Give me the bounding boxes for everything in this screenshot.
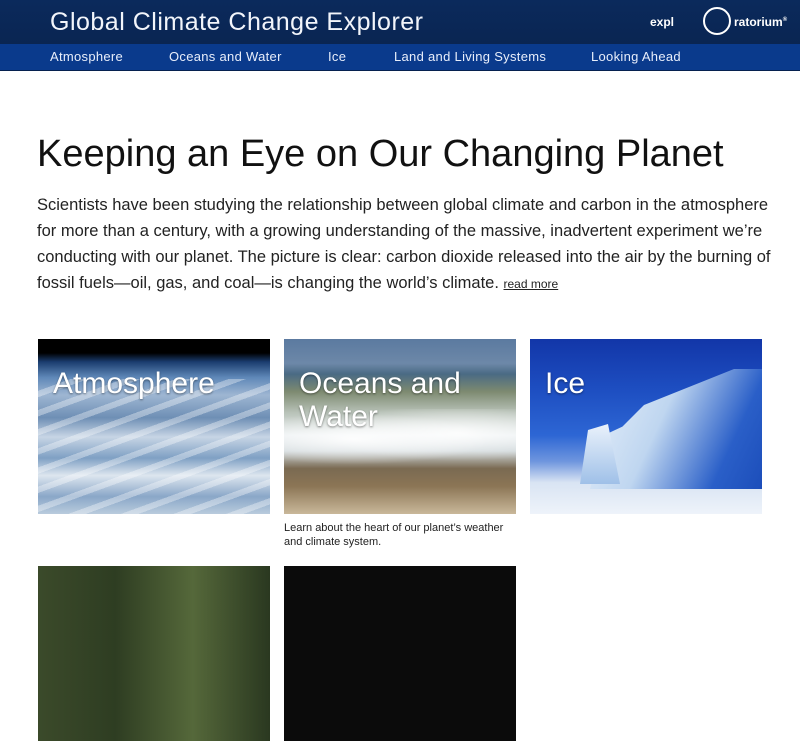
intro-text: Scientists have been studying the relati… [37, 196, 771, 292]
card-title: Ice [545, 367, 586, 400]
iceberg-image [530, 339, 762, 514]
intro-paragraph: Scientists have been studying the relati… [37, 192, 772, 297]
nav-item-looking-ahead[interactable]: Looking Ahead [591, 49, 681, 64]
nav-item-oceans-and-water[interactable]: Oceans and Water [169, 49, 282, 64]
site-title[interactable]: Global Climate Change Explorer [50, 8, 424, 37]
nav-item-atmosphere[interactable]: Atmosphere [50, 49, 123, 64]
main-nav: Atmosphere Oceans and Water Ice Land and… [0, 44, 800, 71]
card-title: Oceans and Water [299, 367, 461, 433]
page-headline: Keeping an Eye on Our Changing Planet [37, 133, 724, 175]
read-more-link[interactable]: read more [504, 277, 559, 291]
card-title: Atmosphere [53, 367, 215, 400]
logo-text-suffix: ratorium® [734, 15, 788, 29]
logo-text-prefix: expl [650, 15, 675, 29]
site-header: Global Climate Change Explorer expl rato… [0, 0, 800, 44]
logo-ring-icon [703, 7, 731, 35]
exploratorium-logo[interactable]: expl ratorium® [650, 6, 790, 38]
card-caption: Learn about the heart of our planet’s we… [284, 522, 504, 548]
night-image [284, 566, 516, 741]
forest-image [38, 566, 270, 741]
atmosphere-image [38, 339, 270, 514]
nav-item-ice[interactable]: Ice [328, 49, 346, 64]
nav-item-land-and-living-systems[interactable]: Land and Living Systems [394, 49, 546, 64]
